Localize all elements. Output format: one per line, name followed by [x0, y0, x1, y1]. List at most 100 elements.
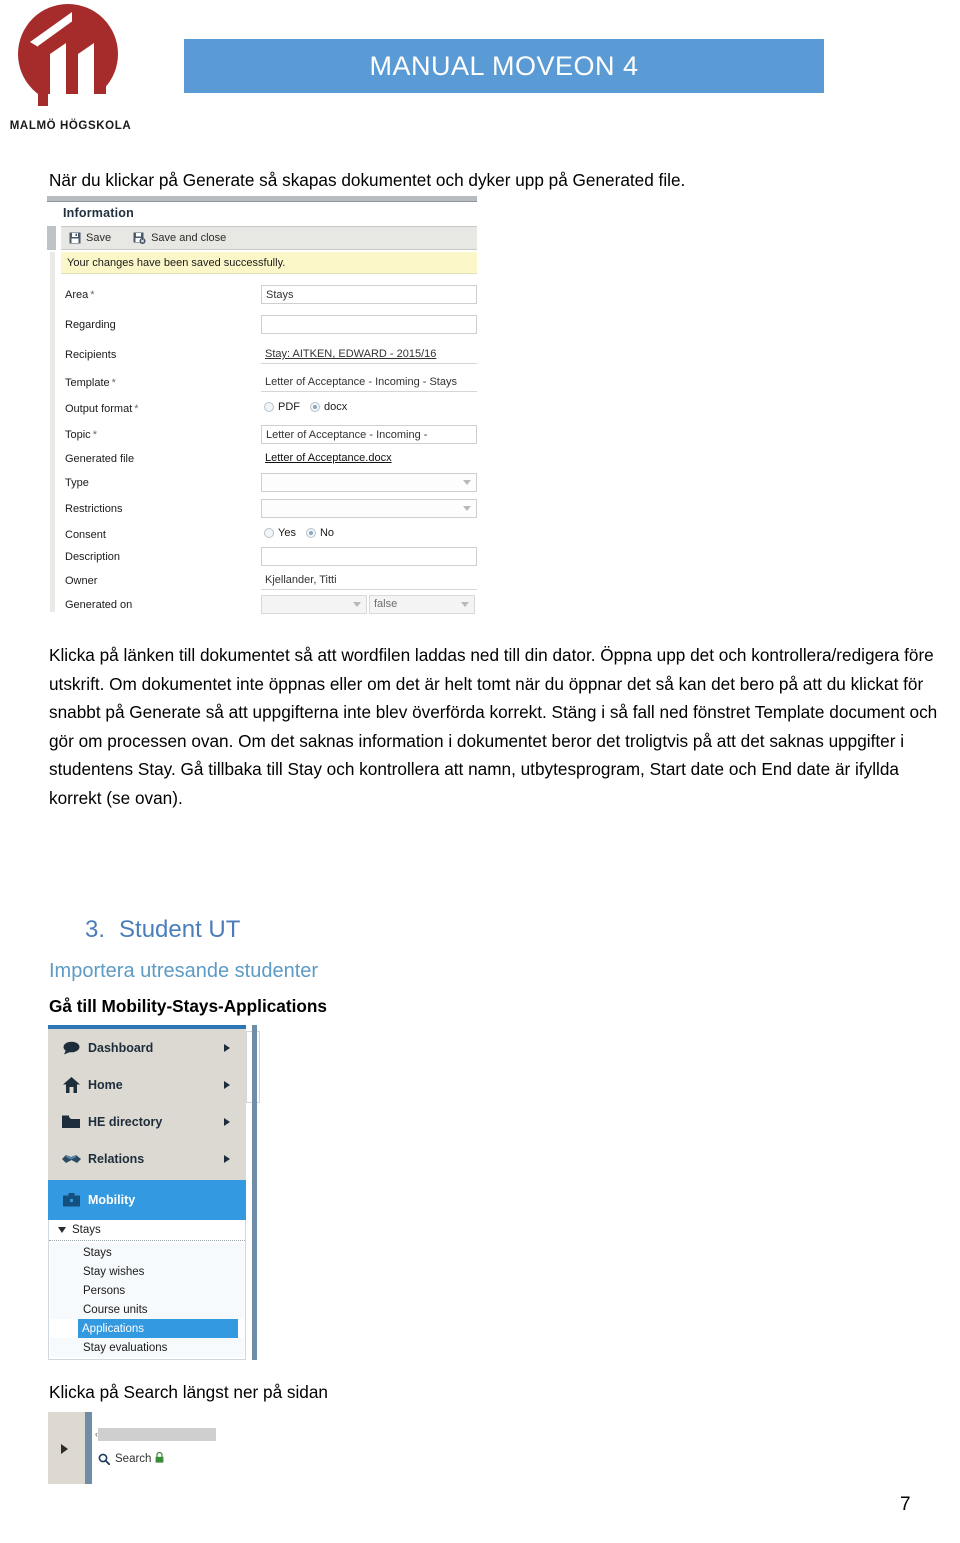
manual-title-banner: MANUAL MOVEON 4 — [184, 39, 824, 93]
chevron-down-icon — [353, 602, 361, 607]
speech-bubble-icon — [58, 1041, 84, 1055]
logo-caption: MALMÖ HÖGSKOLA — [9, 120, 132, 132]
submenu-item-stay-wishes[interactable]: Stay wishes — [50, 1262, 244, 1281]
menu-item-he-directory[interactable]: HE directory — [48, 1103, 246, 1140]
radio-option-no[interactable]: No — [305, 527, 335, 539]
menu-item-dashboard-label: Dashboard — [88, 1040, 154, 1055]
field-value-owner[interactable]: Kjellander, Titti — [261, 571, 477, 590]
radio-dot-yes — [264, 528, 274, 538]
field-split-generated-on: false — [261, 595, 475, 614]
chevron-right-icon — [224, 1117, 230, 1126]
field-label-regarding: Regarding — [65, 319, 116, 331]
house-icon — [58, 1076, 84, 1093]
chevron-right-icon — [224, 1154, 230, 1163]
search-bar-screenshot: ‹ Search — [48, 1412, 218, 1484]
field-input-regarding[interactable] — [261, 315, 477, 334]
intro-line: När du klickar på Generate så skapas dok… — [49, 170, 686, 190]
radio-label-no: No — [319, 527, 335, 539]
radio-option-pdf[interactable]: PDF — [264, 401, 300, 413]
field-label-consent: Consent — [65, 529, 106, 541]
chevron-right-icon — [224, 1043, 230, 1052]
menu-item-home-label: Home — [88, 1077, 123, 1092]
malmo-hogskola-logo-icon — [18, 4, 118, 114]
radio-group-output-format: PDF docx — [264, 401, 357, 413]
field-row-output-format: Output format * PDF docx — [61, 398, 477, 423]
field-value-recipients[interactable]: Stay: AITKEN, EDWARD - 2015/16 — [261, 345, 477, 364]
chevron-right-icon — [224, 1080, 230, 1089]
field-label-topic: Topic * — [65, 429, 97, 441]
lock-icon — [155, 1451, 164, 1466]
generated-on-flag-select[interactable]: false — [369, 595, 475, 614]
instruction-paragraph: Klicka på länken till dokumentet så att … — [49, 645, 938, 808]
menu-item-relations[interactable]: Relations — [48, 1140, 246, 1177]
field-label-area: Area * — [65, 289, 95, 301]
radio-label-yes: Yes — [278, 527, 296, 539]
toolbar-left-rail — [47, 226, 56, 250]
submenu-item-applications[interactable]: Applications — [78, 1319, 238, 1338]
save-and-close-button-label: Save and close — [151, 232, 227, 244]
search-pane-divider — [85, 1412, 92, 1484]
field-select-restrictions[interactable] — [261, 499, 477, 518]
nav-caption: Gå till Mobility-Stays-Applications — [49, 996, 327, 1016]
menu-item-he-directory-label: HE directory — [88, 1114, 163, 1129]
radio-dot-no — [305, 528, 316, 538]
search-caption: Klicka på Search längst ner på sidan — [49, 1382, 328, 1402]
radio-label-docx: docx — [324, 401, 348, 413]
field-row-generated-file: Generated file Letter of Acceptance.docx — [61, 448, 477, 473]
search-placeholder-bar — [98, 1428, 216, 1441]
menu-item-mobility[interactable]: Mobility — [48, 1180, 246, 1220]
radio-option-docx[interactable]: docx — [310, 401, 347, 413]
field-label-generated-on: Generated on — [65, 599, 133, 611]
success-alert-text: Your changes have been saved successfull… — [67, 256, 286, 269]
field-value-template[interactable]: Letter of Acceptance - Incoming - Stays — [261, 373, 477, 392]
search-button-label: Search — [115, 1453, 152, 1465]
search-button[interactable]: Search — [98, 1451, 164, 1466]
submenu-header-stays[interactable]: Stays — [49, 1220, 245, 1241]
field-row-template: Template * Letter of Acceptance - Incomin… — [61, 372, 477, 397]
section-title: Student UT — [119, 916, 241, 943]
chevron-down-icon — [461, 602, 469, 607]
section-number: 3. — [85, 916, 106, 943]
save-button[interactable]: Save — [69, 232, 111, 244]
save-button-label: Save — [86, 232, 112, 244]
field-input-description[interactable] — [261, 547, 477, 566]
radio-group-consent: Yes No — [264, 527, 344, 539]
field-label-restrictions: Restrictions — [65, 503, 123, 515]
menu-item-dashboard[interactable]: Dashboard — [48, 1029, 246, 1066]
menu-right-scrollbar[interactable] — [252, 1025, 257, 1360]
panel-title: Information — [63, 206, 134, 220]
success-alert: Your changes have been saved successfull… — [61, 252, 477, 274]
field-row-description: Description — [61, 546, 477, 571]
generated-on-date-select[interactable] — [261, 595, 367, 614]
chevron-down-icon — [463, 480, 471, 485]
field-row-restrictions: Restrictions — [61, 498, 477, 523]
right-arrow-icon[interactable] — [61, 1444, 68, 1454]
save-and-close-icon — [133, 232, 146, 244]
chevron-down-icon — [463, 506, 471, 511]
submenu-header-label: Stays — [72, 1224, 101, 1236]
field-row-recipients: Recipients Stay: AITKEN, EDWARD - 2015/1… — [61, 344, 477, 369]
submenu-item-persons[interactable]: Persons — [50, 1281, 244, 1300]
section-subtitle: Importera utresande studenter — [49, 960, 319, 982]
field-row-area: Area * Stays — [61, 284, 477, 309]
field-value-topic[interactable]: Letter of Acceptance - Incoming - — [261, 425, 477, 444]
submenu-item-stay-evaluations[interactable]: Stay evaluations — [50, 1338, 244, 1357]
radio-dot-pdf — [264, 402, 274, 412]
submenu-item-stays[interactable]: Stays — [50, 1243, 244, 1262]
mobility-submenu-panel: Stays Stays Stay wishes Persons Course u… — [48, 1220, 246, 1360]
radio-option-yes[interactable]: Yes — [264, 527, 296, 539]
submenu-item-course-units[interactable]: Course units — [50, 1300, 244, 1319]
field-input-area[interactable]: Stays — [261, 285, 477, 304]
folder-icon — [58, 1115, 84, 1129]
menu-item-home[interactable]: Home — [48, 1066, 246, 1103]
field-select-type[interactable] — [261, 473, 477, 492]
page-number: 7 — [900, 1494, 911, 1515]
generated-file-link[interactable]: Letter of Acceptance.docx — [261, 449, 477, 468]
search-main-pane: ‹ Search — [92, 1412, 218, 1484]
field-label-generated-file: Generated file — [65, 453, 135, 465]
field-row-topic: Topic * Letter of Acceptance - Incoming - — [61, 424, 477, 449]
save-and-close-button[interactable]: Save and close — [133, 232, 226, 244]
field-row-type: Type — [61, 472, 477, 497]
chevron-down-icon — [58, 1227, 66, 1233]
field-row-generated-on: Generated on false — [61, 594, 477, 616]
